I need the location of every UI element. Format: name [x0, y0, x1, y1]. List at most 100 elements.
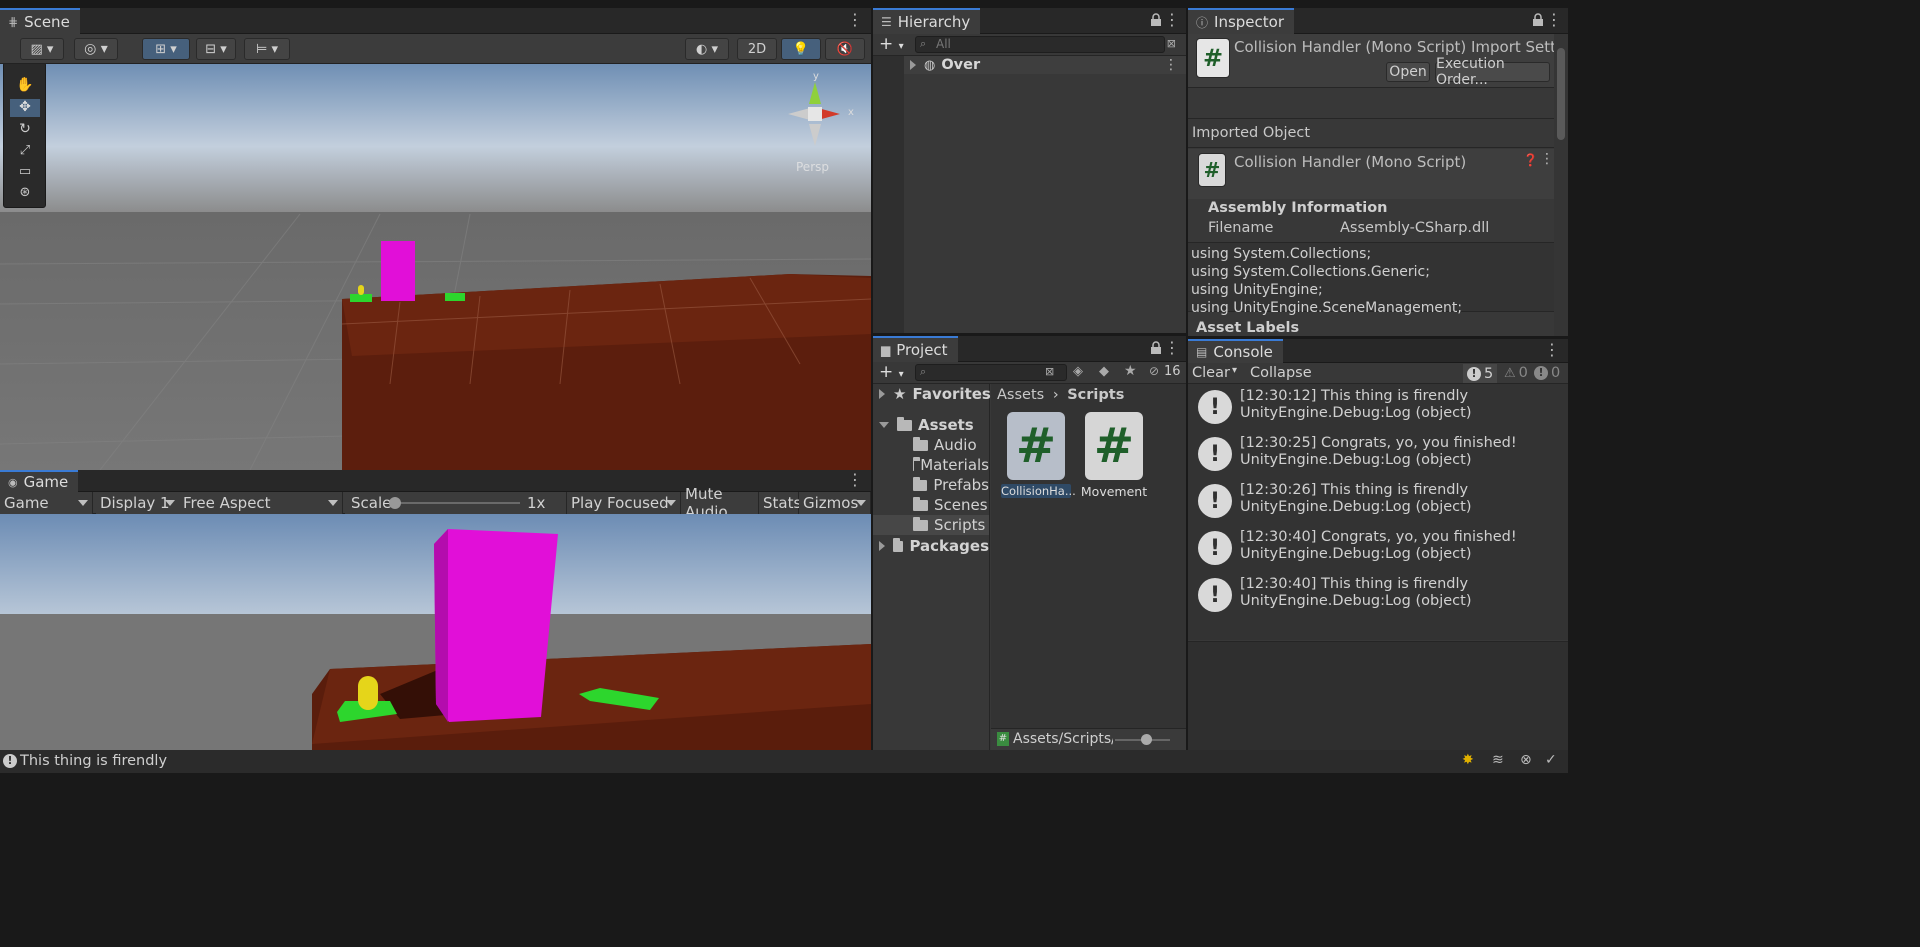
draw-mode-button[interactable]: ▨ ▾ — [20, 38, 64, 60]
expand-icon[interactable] — [879, 389, 885, 399]
toggle-2d-button[interactable]: 2D — [737, 38, 777, 60]
inspector-menu-icon[interactable]: ⋮ — [1546, 11, 1562, 29]
favorite-star-icon[interactable]: ★ — [1124, 363, 1137, 379]
favorites-row[interactable]: ★ Favorites — [873, 384, 991, 404]
scene-viewport[interactable]: ✋ ✥ ↻ ⤢ ▭ ⊛ y x Persp — [0, 64, 871, 470]
lock-icon[interactable] — [1150, 13, 1162, 27]
play-mode-dropdown[interactable]: Play Focused — [567, 492, 681, 514]
search-scope-icon[interactable]: ⊠ — [1045, 365, 1054, 378]
network-icon[interactable]: ⊗ — [1520, 752, 1532, 768]
icon-size-slider[interactable] — [1115, 734, 1170, 745]
rect-tool-icon[interactable]: ▭ — [10, 164, 40, 182]
sidebar-item-scripts[interactable]: Scripts — [873, 515, 989, 535]
expand-icon[interactable] — [910, 60, 916, 70]
display-dropdown[interactable]: Display 1 — [96, 492, 180, 514]
tab-game[interactable]: ◉ Game — [0, 470, 79, 492]
project-content: Assets › Scripts # CollisionHa... # Move… — [991, 384, 1186, 750]
grid-snap-button[interactable]: ⊞ ▾ — [142, 38, 190, 60]
open-button[interactable]: Open — [1386, 62, 1430, 82]
assets-row[interactable]: Assets — [873, 415, 989, 435]
game-menu-icon[interactable]: ⋮ — [847, 471, 863, 489]
hierarchy-list: ◍ Over ⋮ — [873, 56, 1186, 333]
audio-toggle-button[interactable]: 🔇 — [825, 38, 865, 60]
item-menu-icon[interactable]: ⋮ — [1164, 57, 1178, 73]
filter-by-label-icon[interactable]: ◆ — [1099, 364, 1109, 379]
sidebar-item-prefabs[interactable]: Prefabs — [873, 475, 989, 495]
stats-button[interactable]: Stats — [759, 492, 801, 514]
collapse-button[interactable]: Collapse — [1250, 365, 1312, 381]
tab-scene[interactable]: ⋕ Scene — [0, 8, 80, 34]
layers-icon[interactable]: ≋ — [1492, 752, 1504, 768]
create-asset-button[interactable]: + ▾ — [879, 362, 904, 382]
shading-mode-button[interactable]: ◐ ▾ — [685, 38, 729, 60]
scale-tool-icon[interactable]: ⤢ — [10, 143, 40, 161]
scale-slider[interactable] — [389, 497, 520, 509]
aspect-dropdown[interactable]: Free Aspect — [179, 492, 343, 514]
progress-icon[interactable]: ✓ — [1545, 752, 1557, 768]
gizmos-dropdown[interactable]: Gizmos — [799, 492, 871, 514]
list-item[interactable]: ! [12:30:40] Congrats, yo, you finished!… — [1188, 525, 1568, 572]
mute-audio-button[interactable]: Mute Audio — [681, 485, 759, 521]
sidebar-item-scenes[interactable]: Scenes — [873, 495, 989, 515]
lock-icon[interactable] — [1532, 13, 1544, 27]
view-options-button[interactable]: ◎ ▾ — [74, 38, 118, 60]
lock-icon[interactable] — [1150, 341, 1162, 355]
execution-order-button[interactable]: Execution Order... — [1435, 56, 1550, 88]
list-item[interactable]: ! [12:30:26] This thing is firendly Unity… — [1188, 478, 1568, 525]
tab-hierarchy[interactable]: ☰ Hierarchy — [873, 8, 981, 34]
console-menu-icon[interactable]: ⋮ — [1544, 341, 1560, 359]
packages-row[interactable]: Packages — [873, 536, 989, 556]
asset-item-collisionhandler[interactable]: # CollisionHa... — [1001, 412, 1076, 498]
hand-tool-icon[interactable]: ✋ — [10, 77, 40, 95]
list-item[interactable]: ! [12:30:25] Congrats, yo, you finished!… — [1188, 431, 1568, 478]
tab-console[interactable]: ▤ Console — [1188, 339, 1283, 363]
rotate-tool-icon[interactable]: ↻ — [10, 121, 40, 139]
sidebar-item-audio[interactable]: Audio — [873, 435, 989, 455]
inspector-scrollbar[interactable] — [1554, 34, 1568, 336]
projection-label[interactable]: Persp — [796, 160, 829, 174]
warning-filter-toggle[interactable]: ⚠ 0 — [1504, 365, 1528, 381]
component-menu-icon[interactable]: ⋮ — [1540, 151, 1554, 167]
list-item[interactable]: ◍ Over ⋮ — [904, 56, 1186, 74]
project-menu-icon[interactable]: ⋮ — [1164, 339, 1180, 357]
tab-project[interactable]: ▆ Project — [873, 336, 958, 362]
expand-icon[interactable] — [879, 541, 885, 551]
add-object-button[interactable]: + ▾ — [879, 34, 904, 54]
scene-menu-icon[interactable]: ⋮ — [847, 11, 863, 29]
search-options-icon[interactable]: ⊠ — [1167, 37, 1176, 50]
icon-size-slider-handle[interactable] — [1141, 734, 1152, 745]
bug-icon[interactable]: ✸ — [1462, 752, 1474, 768]
list-item[interactable]: ! [12:30:12] This thing is firendly Unity… — [1188, 384, 1568, 431]
log-filter-toggle[interactable]: ! 5 — [1463, 364, 1498, 383]
increment-snap-button[interactable]: ⊟ ▾ — [196, 38, 236, 60]
sidebar-item-materials[interactable]: Materials — [873, 455, 989, 475]
error-filter-toggle[interactable]: ! 0 — [1534, 365, 1560, 381]
status-message[interactable]: This thing is firendly — [20, 753, 167, 769]
breadcrumb-root[interactable]: Assets — [997, 387, 1044, 403]
clear-button[interactable]: Clear — [1192, 365, 1230, 381]
orientation-gizmo[interactable]: y x Persp — [780, 71, 860, 184]
hidden-packages-icon[interactable]: ⊘ — [1149, 364, 1159, 378]
log-message: [12:30:40] Congrats, yo, you finished! — [1240, 529, 1517, 545]
asset-labels-header[interactable]: Asset Labels — [1196, 320, 1299, 336]
help-icon[interactable]: ❓ — [1523, 153, 1538, 167]
folder-icon — [913, 516, 928, 531]
hierarchy-menu-icon[interactable]: ⋮ — [1164, 11, 1180, 29]
filter-by-type-icon[interactable]: ◈ — [1073, 364, 1083, 379]
breadcrumb-current[interactable]: Scripts — [1067, 387, 1124, 403]
console-tab-bar: ▤ Console ⋮ — [1188, 339, 1568, 363]
tab-inspector[interactable]: ⓘ Inspector — [1188, 8, 1294, 34]
scale-slider-handle[interactable] — [389, 497, 401, 509]
move-tool-icon[interactable]: ✥ — [10, 99, 40, 117]
lighting-toggle-button[interactable]: 💡 — [781, 38, 821, 60]
list-item[interactable]: ! [12:30:40] This thing is firendly Unity… — [1188, 572, 1568, 619]
scrollbar-thumb[interactable] — [1557, 48, 1565, 140]
asset-item-movement[interactable]: # Movement — [1079, 412, 1149, 499]
hierarchy-search[interactable]: ⌕ All — [915, 36, 1165, 53]
game-viewport[interactable] — [0, 514, 871, 750]
transform-tool-icon[interactable]: ⊛ — [10, 185, 40, 203]
collapse-icon[interactable] — [879, 422, 889, 428]
game-mode-dropdown[interactable]: Game — [0, 492, 93, 514]
clear-options-icon[interactable]: ▾ — [1232, 365, 1237, 376]
ruler-button[interactable]: ⊨ ▾ — [244, 38, 290, 60]
